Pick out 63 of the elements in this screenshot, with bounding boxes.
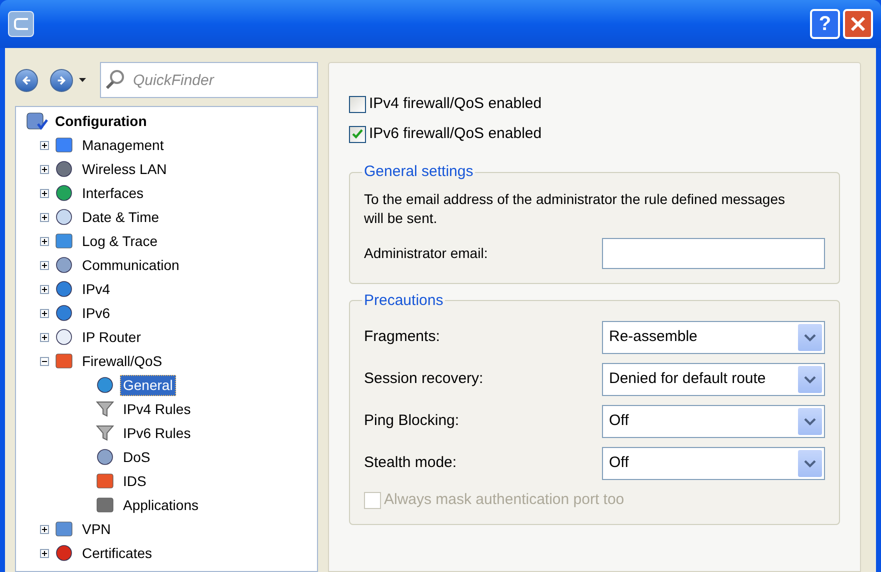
field-label: Session recovery: — [364, 369, 484, 390]
tree-item[interactable]: Certificates — [79, 542, 156, 564]
dropdown[interactable]: Off — [602, 405, 825, 438]
expand-icon[interactable] — [40, 332, 49, 342]
field-label: Fragments: — [364, 327, 440, 348]
expand-icon[interactable] — [40, 188, 49, 198]
expand-icon[interactable] — [40, 308, 49, 318]
tree-item[interactable]: IPv6 Rules — [120, 422, 194, 444]
tree-item[interactable]: IPv4 — [79, 278, 114, 300]
tree-item[interactable]: IP Router — [79, 326, 144, 348]
close-button[interactable] — [843, 9, 873, 39]
tree-item[interactable]: Date & Time — [79, 206, 162, 228]
checkmark-icon — [352, 129, 363, 139]
close-icon — [850, 16, 866, 32]
email-field[interactable] — [602, 238, 825, 268]
help-button[interactable]: ? — [810, 9, 840, 39]
field-label: Ping Blocking: — [364, 411, 460, 432]
search-field[interactable]: QuickFinder — [100, 62, 318, 98]
tree-item[interactable]: Management — [79, 134, 167, 156]
checkbox-label: Always mask authentication port too — [384, 490, 624, 510]
app-logo-icon — [8, 11, 34, 37]
expand-icon[interactable] — [40, 524, 49, 534]
funnel-icon — [96, 424, 114, 442]
funnel-icon — [96, 400, 114, 418]
collapse-icon[interactable] — [40, 356, 49, 366]
expand-icon[interactable] — [40, 284, 49, 294]
tree-item[interactable]: IPv4 Rules — [120, 398, 194, 420]
tree-item[interactable]: VPN — [79, 518, 114, 540]
expand-icon[interactable] — [40, 140, 49, 150]
expand-icon[interactable] — [40, 212, 49, 222]
forward-arrow-icon — [56, 74, 67, 86]
checkbox[interactable] — [349, 126, 366, 142]
tree-item[interactable]: Communication — [79, 254, 182, 276]
field-label: Stealth mode: — [364, 453, 457, 474]
checkbox[interactable] — [349, 96, 366, 112]
forward-button[interactable] — [50, 68, 73, 92]
dropdown[interactable]: Off — [602, 447, 825, 480]
group-title: General settings — [363, 162, 474, 182]
tree-item[interactable]: DoS — [120, 446, 154, 468]
back-button[interactable] — [15, 68, 38, 92]
field-label: Administrator email: — [364, 244, 488, 262]
dropdown-caret-icon[interactable] — [79, 78, 86, 82]
expand-icon[interactable] — [40, 164, 49, 174]
checkbox-label: IPv6 firewall/QoS enabled — [369, 124, 542, 144]
search-icon — [105, 69, 127, 91]
expand-icon[interactable] — [40, 236, 49, 246]
tree-item[interactable]: IPv6 — [79, 302, 114, 324]
dropdown[interactable]: Denied for default route — [602, 363, 825, 396]
tree-item[interactable]: General — [120, 374, 176, 396]
tree-item[interactable]: Configuration — [52, 110, 150, 132]
group-title: Precautions — [363, 290, 444, 310]
tree-item[interactable]: Wireless LAN — [79, 158, 170, 180]
dropdown[interactable]: Re-assemble — [602, 321, 825, 354]
tree-item[interactable]: IDS — [120, 470, 150, 492]
tree-item[interactable]: Applications — [120, 494, 202, 516]
expand-icon[interactable] — [40, 260, 49, 270]
description-text: To the email address of the administrator the rule defined messages will be sent. — [364, 190, 786, 228]
expand-icon[interactable] — [40, 548, 49, 558]
checkbox-label: IPv4 firewall/QoS enabled — [369, 94, 542, 114]
tree-item[interactable]: Interfaces — [79, 182, 146, 204]
tree-item[interactable]: Log & Trace — [79, 230, 160, 252]
back-arrow-icon — [21, 74, 32, 86]
tree-item[interactable]: Firewall/QoS — [79, 350, 166, 372]
